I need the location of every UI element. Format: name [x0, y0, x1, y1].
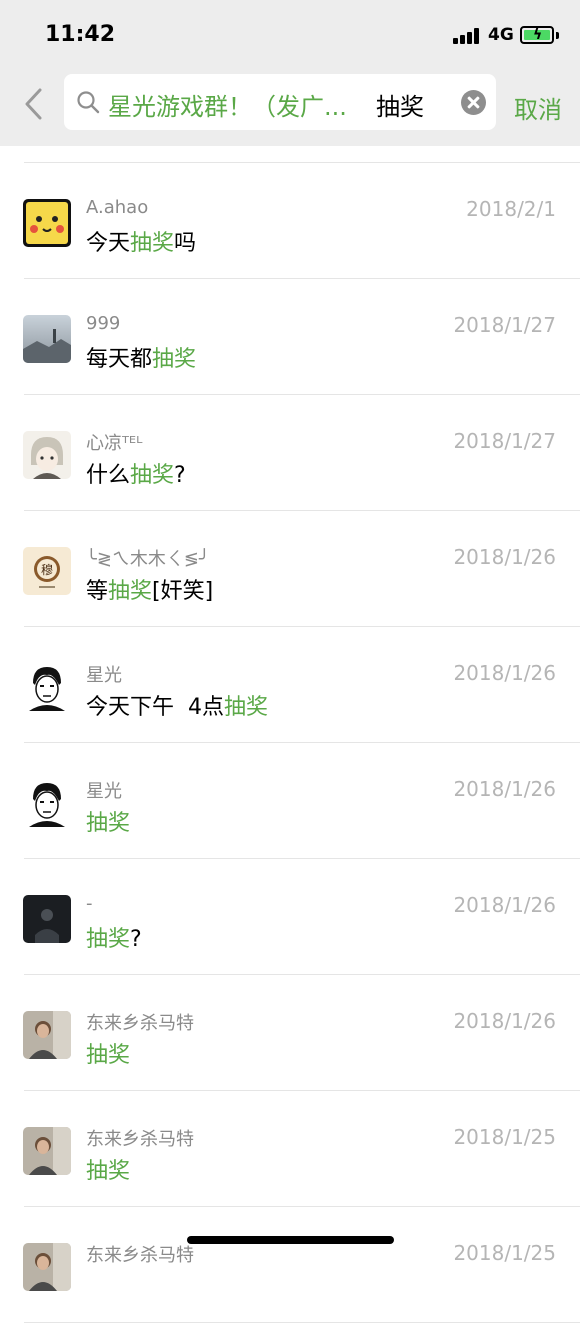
avatar	[23, 315, 71, 363]
keyword-highlight: 抽奖	[86, 927, 131, 952]
keyword-highlight: 抽奖	[108, 579, 153, 604]
status-time: 11:42	[45, 22, 116, 47]
message-text: 今天下午 4点	[86, 695, 224, 720]
avatar	[23, 1243, 71, 1291]
status-bar: 11:42 4G ϟ	[0, 0, 580, 70]
search-result-item[interactable]: 星光 2018/1/26 今天下午 4点抽奖	[0, 627, 580, 743]
search-icon	[77, 91, 100, 114]
message-snippet: 今天抽奖吗	[86, 225, 196, 257]
avatar	[23, 1011, 71, 1059]
avatar	[23, 895, 71, 943]
keyword-highlight: 抽奖	[152, 347, 197, 372]
message-snippet: 每天都抽奖	[86, 341, 196, 373]
keyword-highlight: 抽奖	[86, 1043, 131, 1068]
clear-icon[interactable]	[461, 90, 486, 115]
battery-icon: ϟ	[520, 26, 554, 44]
message-date: 2018/1/27	[453, 313, 556, 337]
search-result-item[interactable]: 心凉ᵀᴱᴸ 2018/1/27 什么抽奖?	[0, 395, 580, 511]
search-result-item[interactable]: 东来乡杀马特 2018/1/25	[0, 1207, 580, 1323]
chevron-left-icon	[25, 88, 42, 120]
battery-cap	[556, 32, 559, 39]
message-date: 2018/1/26	[453, 777, 556, 801]
sender-name: 东来乡杀马特	[86, 1129, 194, 1150]
message-snippet: 抽奖	[86, 805, 130, 837]
search-result-item[interactable]: A.ahao 2018/2/1 今天抽奖吗	[0, 163, 580, 279]
message-date: 2018/1/27	[453, 429, 556, 453]
message-date: 2018/2/1	[466, 197, 556, 221]
message-text: 什么	[86, 463, 131, 488]
message-snippet: 什么抽奖?	[86, 457, 186, 489]
message-text: ?	[130, 927, 142, 952]
message-date: 2018/1/26	[453, 1009, 556, 1033]
message-snippet: 抽奖?	[86, 921, 142, 953]
keyword-highlight: 抽奖	[86, 1159, 131, 1184]
avatar	[23, 199, 71, 247]
message-date: 2018/1/26	[453, 661, 556, 685]
message-snippet: 抽奖	[86, 1037, 130, 1069]
message-date: 2018/1/25	[453, 1125, 556, 1149]
sender-name: -	[86, 893, 93, 914]
message-text: [奸笑]	[152, 579, 214, 604]
message-date: 2018/1/26	[453, 893, 556, 917]
sender-name: 东来乡杀马特	[86, 1013, 194, 1034]
search-input[interactable]: 星光游戏群！（发广... 抽奖	[64, 74, 496, 130]
avatar	[23, 1127, 71, 1175]
search-result-item[interactable]: - 2018/1/26 抽奖?	[0, 859, 580, 975]
sender-name: A.ahao	[86, 197, 149, 218]
home-indicator	[187, 1236, 394, 1244]
message-text: 等	[86, 579, 109, 604]
search-result-item[interactable]: 穆 ╰≷ㄟ木木ㄑ≶╯ 2018/1/26 等抽奖[奸笑]	[0, 511, 580, 627]
keyword-highlight: 抽奖	[130, 463, 175, 488]
keyword-highlight: 抽奖	[130, 231, 175, 256]
message-date: 2018/1/25	[453, 1241, 556, 1265]
keyword-highlight: 抽奖	[223, 695, 268, 720]
signal-icon	[453, 28, 481, 44]
message-text: 吗	[174, 231, 197, 256]
avatar: 穆	[23, 547, 71, 595]
message-text: 今天	[86, 231, 131, 256]
sender-name: 999	[86, 313, 121, 334]
search-result-item[interactable]: 星光 2018/1/26 抽奖	[0, 743, 580, 859]
message-text: ?	[174, 463, 186, 488]
message-snippet: 等抽奖[奸笑]	[86, 573, 213, 605]
search-group-tag: 星光游戏群！（发广...	[108, 93, 347, 121]
message-date: 2018/1/26	[453, 545, 556, 569]
svg-text:穆: 穆	[41, 562, 53, 577]
sender-name: 星光	[86, 781, 122, 802]
sender-name: ╰≷ㄟ木木ㄑ≶╯	[86, 549, 210, 570]
search-result-item[interactable]: 999 2018/1/27 每天都抽奖	[0, 279, 580, 395]
search-query-text: 抽奖	[376, 93, 424, 121]
network-type: 4G	[488, 25, 514, 45]
avatar	[23, 779, 71, 827]
search-result-item[interactable]: 东来乡杀马特 2018/1/25 抽奖	[0, 1091, 580, 1207]
sender-name: 星光	[86, 665, 122, 686]
message-text: 每天都	[86, 347, 153, 372]
search-result-item[interactable]: 东来乡杀马特 2018/1/26 抽奖	[0, 975, 580, 1091]
search-header: 星光游戏群！（发广... 抽奖 取消	[0, 70, 580, 146]
keyword-highlight: 抽奖	[86, 811, 131, 836]
message-snippet: 抽奖	[86, 1153, 130, 1185]
back-button[interactable]	[20, 86, 50, 122]
message-snippet: 今天下午 4点抽奖	[86, 689, 268, 721]
avatar	[23, 663, 71, 711]
sender-name: 东来乡杀马特	[86, 1245, 194, 1266]
sender-name: 心凉ᵀᴱᴸ	[86, 433, 143, 454]
avatar	[23, 431, 71, 479]
cancel-button[interactable]: 取消	[514, 90, 562, 125]
